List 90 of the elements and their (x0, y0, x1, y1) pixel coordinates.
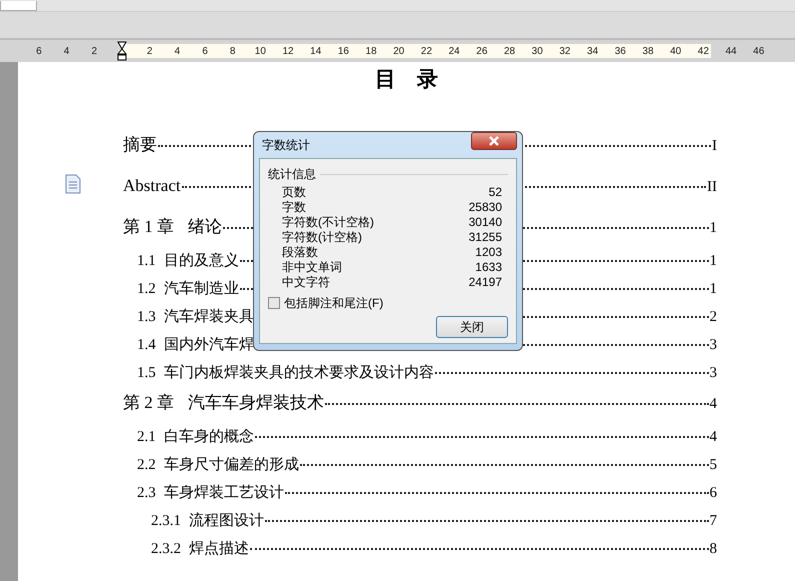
dialog-title: 字数统计 (262, 137, 310, 154)
ruler-number: 2 (146, 46, 152, 56)
ruler-number: 10 (254, 46, 266, 56)
ruler-number: 20 (393, 46, 404, 56)
toc-entry-number: 第 2 章 (123, 392, 174, 414)
toc-entry-title: 绪论 (188, 216, 222, 238)
stat-label: 字数 (282, 200, 306, 215)
toc-page-number: I (712, 137, 717, 156)
stat-value: 30140 (468, 215, 502, 230)
toc-entry-number: 1.4 (137, 336, 156, 355)
stat-value: 52 (488, 185, 502, 200)
ruler-number: 18 (366, 46, 377, 56)
footnote-checkbox[interactable]: 包括脚注和尾注(F) (268, 294, 508, 312)
toc-entry-title: 车身尺寸偏差的形成 (164, 456, 299, 475)
stat-label: 页数 (282, 185, 306, 200)
toc-heading: 目 录 (374, 66, 439, 92)
close-icon (488, 136, 500, 146)
toc-entry-title: 流程图设计 (189, 511, 264, 531)
toc-entry-number: 摘要 (123, 134, 157, 156)
stat-label: 字符数(计空格) (282, 230, 362, 245)
toc-entry-title: 国内外汽车焊 (164, 336, 254, 355)
ruler-number: 36 (614, 46, 626, 56)
toc-entry-title: 车身焊装工艺设计 (164, 484, 284, 503)
toc-page-number: 2 (710, 308, 717, 327)
ruler-number: 8 (230, 46, 236, 56)
ruler-number: 4 (64, 46, 70, 56)
toc-entry-title: 车门内板焊装夹具的技术要求及设计内容 (164, 363, 434, 383)
ruler-number: 6 (202, 46, 208, 56)
toc-entry-number: 1.3 (137, 308, 156, 327)
toc-entry-number: 2.3.2 (151, 540, 181, 559)
toc-page-number: 5 (710, 456, 717, 475)
ruler-number: 6 (36, 46, 42, 56)
ruler-number: 34 (587, 46, 598, 56)
toc-page-number: II (707, 178, 717, 197)
toc-page-number: 4 (710, 428, 717, 447)
stat-value: 24197 (468, 275, 502, 290)
toc-entry-number: 1.1 (137, 252, 156, 271)
ruler-number: 46 (753, 46, 764, 56)
stat-label: 段落数 (282, 245, 318, 260)
toc-page-number: 7 (710, 512, 717, 531)
stat-label: 中文字符 (282, 275, 330, 290)
ruler-number: 26 (476, 46, 488, 56)
toc-entry-title: 汽车车身焊装技术 (188, 392, 324, 414)
toc-entry-number: 2.1 (137, 428, 156, 447)
stat-value: 25830 (468, 200, 502, 215)
ruler-number: 22 (420, 46, 432, 56)
toc-page-number: 1 (710, 219, 717, 238)
stat-value: 1203 (475, 245, 502, 260)
toc-entry-title: 目的及意义 (164, 252, 239, 271)
toc-page-number: 8 (710, 540, 717, 559)
ruler-number: 40 (670, 46, 682, 56)
close-dialog-button[interactable]: 关闭 (436, 316, 508, 338)
toc-entry-title: 焊点描述 (189, 540, 249, 559)
font-size-field[interactable] (0, 1, 37, 11)
toc-page-number: 1 (710, 252, 717, 271)
ruler-number: 30 (532, 46, 543, 56)
ruler-number: 42 (698, 46, 709, 56)
stat-label: 字符数(不计空格) (282, 215, 374, 230)
stat-value: 1633 (475, 260, 502, 275)
ruler-number: 32 (559, 46, 570, 56)
toc-entry-title: 汽车制造业 (164, 280, 239, 299)
ruler-number: 44 (725, 46, 737, 56)
toc-entry-number: 1.5 (137, 364, 156, 383)
toc-entry-title: 汽车焊装夹具 (164, 308, 254, 327)
group-label: 统计信息 (268, 166, 316, 183)
toc-page-number: 3 (710, 336, 717, 355)
toc-entry-number: 2.3.1 (151, 512, 181, 531)
indent-marker-icon[interactable] (116, 41, 127, 61)
ruler-number: 38 (642, 46, 654, 56)
toc-page-number: 6 (710, 484, 717, 503)
toc-entry-title: 白车身的概念 (164, 428, 254, 447)
toc-page-number: 1 (710, 280, 717, 299)
ruler-number: 16 (338, 46, 349, 56)
toc-entry-number: 2.3 (137, 484, 156, 503)
ruler-number: 24 (448, 46, 460, 56)
toc-page-number: 4 (710, 395, 717, 414)
toc-entry-number: 2.2 (137, 456, 156, 475)
ruler-number: 28 (504, 46, 516, 56)
toc-entry-number: 1.2 (137, 280, 156, 299)
ruler-number: 14 (310, 46, 322, 56)
ruler-number: 12 (282, 46, 294, 56)
toc-entry-number: 第 1 章 (123, 216, 174, 238)
document-icon (65, 174, 81, 194)
close-button[interactable] (471, 132, 517, 150)
ruler-number: 2 (91, 46, 97, 56)
stat-value: 31255 (468, 230, 502, 245)
ruler-number: 4 (174, 46, 180, 56)
toc-page-number: 3 (710, 364, 717, 383)
stat-label: 非中文单词 (282, 260, 342, 275)
toc-entry-number: Abstract (123, 175, 181, 197)
